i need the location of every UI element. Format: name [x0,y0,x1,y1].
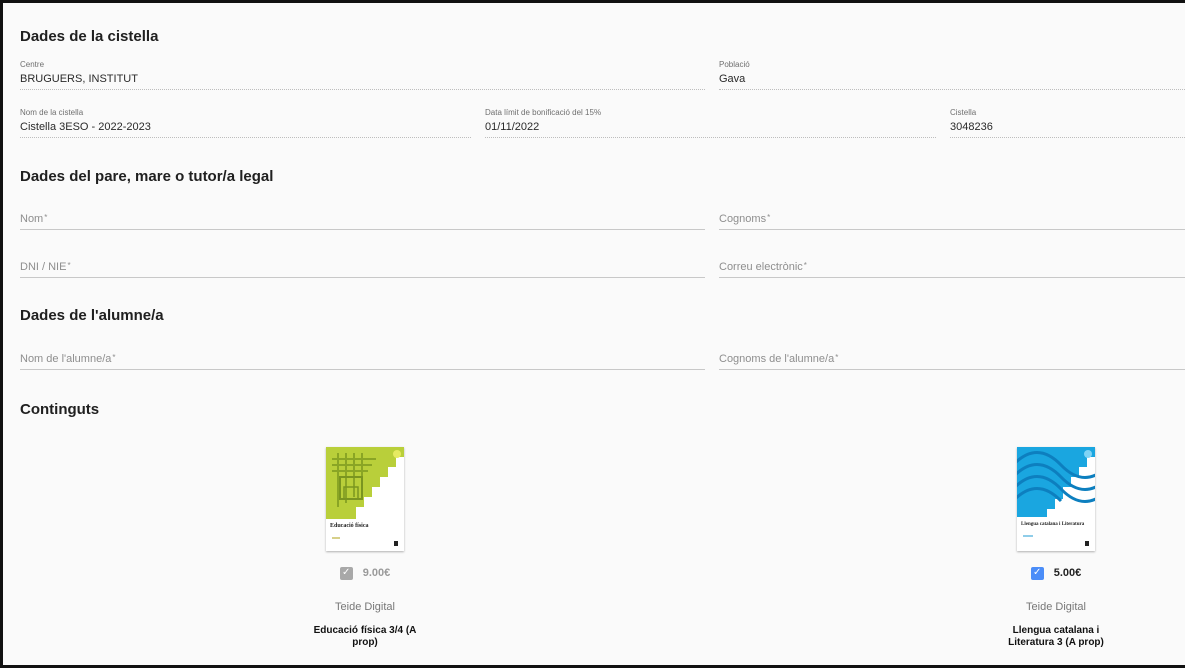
parent-name-placeholder: Nom [20,213,44,225]
price-row: ✓ 9.00€ [285,565,445,581]
check-icon[interactable]: ✓ [1030,566,1044,580]
product-card: Educació física ✓ 9.00€ Teide Digital Ed… [285,447,445,649]
required-mark: * [803,261,807,270]
required-mark: * [835,353,839,362]
poblacio-value: Gava [719,73,746,85]
centre-field: Centre BRUGUERS, INSTITUT [20,60,705,90]
poblacio-field: Població Gava [719,60,1185,90]
parent-name-input[interactable]: Nom* [20,210,705,230]
student-name-input[interactable]: Nom de l'alumne/a* [20,350,705,370]
email-placeholder: Correu electrònic [719,261,803,273]
section-title-contents: Continguts [20,401,100,418]
dni-input[interactable]: DNI / NIE* [20,258,705,278]
check-icon[interactable]: ✓ [339,566,353,580]
student-surname-placeholder: Cognoms de l'alumne/a [719,353,835,365]
basket-id-field: Cistella 3048236 [950,108,1185,138]
cover-title: Educació física [330,523,369,529]
dni-placeholder: DNI / NIE [20,261,67,273]
deadline-value: 01/11/2022 [485,121,540,133]
section-title-basket: Dades de la cistella [20,28,159,45]
centre-label: Centre [20,60,45,69]
deadline-label: Data límit de bonificació del 15% [485,108,602,117]
poblacio-label: Població [719,60,750,69]
basket-name-label: Nom de la cistella [20,108,84,117]
section-title-parent: Dades del pare, mare o tutor/a legal [20,168,274,185]
email-input[interactable]: Correu electrònic* [719,258,1185,278]
product-publisher: Teide Digital [1026,601,1086,613]
basket-id-label: Cistella [950,108,977,117]
student-surname-input[interactable]: Cognoms de l'alumne/a* [719,350,1185,370]
basket-id-value: 3048236 [950,121,993,133]
cover-title: Llengua catalana i Literatura [1021,522,1085,527]
section-title-student: Dades de l'alumne/a [20,307,164,324]
product-title: Llengua catalana i Literatura 3 (A prop) [1008,625,1104,648]
basket-name-value: Cistella 3ESO - 2022-2023 [20,121,151,133]
required-mark: * [112,353,116,362]
required-mark: * [44,213,48,222]
product-title: Educació física 3/4 (A prop) [313,625,417,648]
product-price: 9.00€ [362,567,391,579]
parent-surname-input[interactable]: Cognoms* [719,210,1185,230]
parent-surname-placeholder: Cognoms [719,213,767,225]
book-cover-image[interactable]: Educació física [326,447,404,551]
price-row: ✓ 5.00€ [976,565,1136,581]
deadline-field: Data límit de bonificació del 15% 01/11/… [485,108,936,138]
required-mark: * [67,261,71,270]
centre-value: BRUGUERS, INSTITUT [20,73,138,85]
product-card: Llengua catalana i Literatura ✓ 5.00€ Te… [976,447,1136,649]
product-price: 5.00€ [1053,567,1082,579]
student-name-placeholder: Nom de l'alumne/a [20,353,112,365]
book-cover-image[interactable]: Llengua catalana i Literatura [1017,447,1095,551]
basket-name-field: Nom de la cistella Cistella 3ESO - 2022-… [20,108,471,138]
product-publisher: Teide Digital [335,601,395,613]
required-mark: * [767,213,771,222]
